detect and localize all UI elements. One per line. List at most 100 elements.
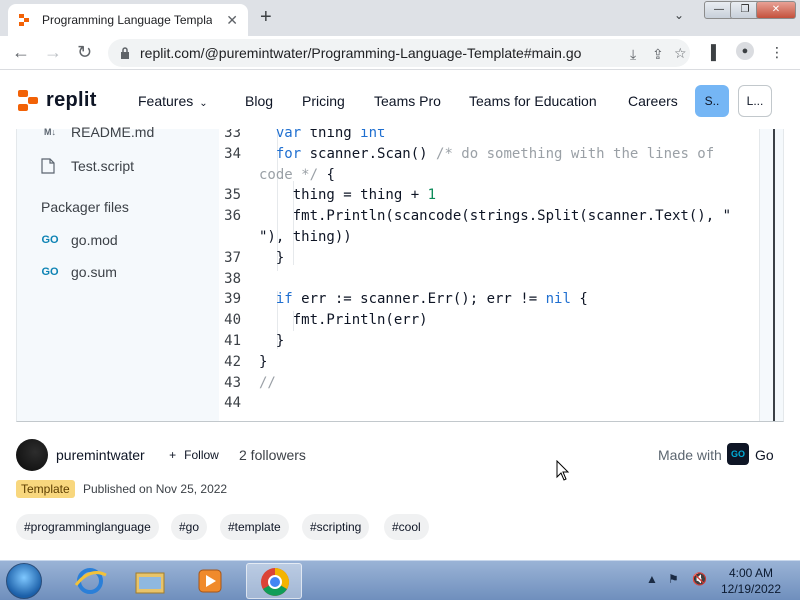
file-name: README.md <box>71 124 155 140</box>
tag-chip[interactable]: #programminglanguage <box>16 514 159 540</box>
lock-icon <box>121 47 129 59</box>
markdown-icon: M↓ <box>44 127 56 137</box>
start-button[interactable] <box>6 563 42 599</box>
volume-muted-icon[interactable]: 🔇 <box>692 572 707 586</box>
tab-title: Programming Language Templat <box>42 13 212 27</box>
nav-pricing[interactable]: Pricing <box>302 93 345 109</box>
url-text: replit.com/@puremintwater/Programming-La… <box>140 45 582 61</box>
language-name[interactable]: Go <box>755 447 774 463</box>
back-icon[interactable]: ← <box>12 42 30 62</box>
file-go-sum[interactable]: GO go.sum <box>41 264 117 280</box>
line-number: 40 <box>224 312 241 329</box>
nav-careers[interactable]: Careers <box>628 93 678 109</box>
code-text: } <box>259 249 285 266</box>
code-text: fmt.Println(scancode(strings.Split(scann… <box>259 208 732 225</box>
code-editor[interactable]: 33 var thing int 34 for scanner.Scan() /*… <box>219 129 759 421</box>
bookmark-star-icon[interactable]: ☆ <box>674 45 687 62</box>
avatar[interactable] <box>16 439 48 471</box>
file-test-script[interactable]: Test.script <box>41 158 134 174</box>
reload-icon[interactable]: ↻ <box>77 42 92 62</box>
tag-chip[interactable]: #cool <box>384 514 429 540</box>
logo-text: replit <box>46 89 97 111</box>
code-text: fmt.Println(err) <box>259 312 428 329</box>
file-explorer-icon[interactable] <box>122 563 178 599</box>
template-badge: Template <box>16 480 75 498</box>
code-text: } <box>259 333 285 349</box>
chrome-taskbar-icon[interactable] <box>246 563 302 599</box>
file-name: go.sum <box>71 264 117 280</box>
clock-time: 4:00 AM <box>728 566 774 580</box>
replit-logo-icon <box>18 89 38 112</box>
code-text: for scanner.Scan() /* do something with … <box>275 145 715 162</box>
code-scrollbar[interactable] <box>759 129 773 421</box>
code-text: } <box>259 353 268 370</box>
nav-teams-pro[interactable]: Teams Pro <box>374 93 441 109</box>
file-sidebar: M↓ README.md Test.script Packager files … <box>17 124 217 421</box>
plus-icon: + <box>169 448 177 462</box>
file-name: go.mod <box>71 232 118 248</box>
line-number: 43 <box>224 374 241 391</box>
line-number: 36 <box>224 208 241 225</box>
internet-explorer-icon[interactable] <box>62 563 118 599</box>
windows-taskbar: ▲ ⚑ 🔇 4:00 AM 12/19/2022 <box>0 560 800 600</box>
code-text: // <box>259 374 276 391</box>
new-tab-button[interactable]: + <box>260 6 272 28</box>
file-readme[interactable]: M↓ README.md <box>41 124 154 140</box>
forward-icon[interactable]: → <box>44 42 62 62</box>
install-app-icon[interactable]: ⤓ <box>630 46 636 63</box>
replit-favicon-icon <box>19 14 29 26</box>
mouse-cursor-icon <box>556 460 570 481</box>
line-number: 38 <box>224 270 241 287</box>
tag-chip[interactable]: #template <box>220 514 289 540</box>
follow-label: Follow <box>184 448 219 462</box>
signup-button[interactable]: S.. <box>695 85 729 117</box>
media-player-icon[interactable] <box>182 563 238 599</box>
file-go-mod[interactable]: GO go.mod <box>41 232 118 248</box>
scrollbar-edge <box>773 129 775 421</box>
nav-features[interactable]: Features ⌄ <box>138 93 208 109</box>
code-text: "), thing)) <box>259 229 352 245</box>
side-panel-icon[interactable]: ▐ <box>706 44 716 60</box>
file-name: Test.script <box>71 158 135 174</box>
followers-count[interactable]: 2 followers <box>239 447 306 463</box>
action-center-flag-icon[interactable]: ⚑ <box>668 572 679 586</box>
login-button[interactable]: L... <box>738 85 772 117</box>
window-close-button[interactable]: ✕ <box>756 1 796 19</box>
line-number: 34 <box>224 145 241 162</box>
browser-tab[interactable]: Programming Language Templat ✕ <box>8 4 248 36</box>
clock-date: 12/19/2022 <box>720 582 782 596</box>
code-text: code */ { <box>259 166 335 183</box>
line-number: 33 <box>224 129 241 141</box>
code-text: thing = thing + 1 <box>259 187 437 204</box>
nav-blog[interactable]: Blog <box>245 93 273 109</box>
tag-chip[interactable]: #go <box>171 514 208 540</box>
tab-close-icon[interactable]: ✕ <box>226 12 238 29</box>
browser-toolbar: ← → ↻ replit.com/@puremintwater/Programm… <box>0 36 800 70</box>
line-number: 37 <box>224 249 241 266</box>
code-text: if err := scanner.Err(); err != nil { <box>275 291 588 308</box>
line-number: 44 <box>224 395 241 412</box>
address-bar[interactable]: replit.com/@puremintwater/Programming-La… <box>108 39 690 67</box>
replit-logo[interactable]: replit <box>18 89 97 112</box>
profile-avatar-icon[interactable]: ● <box>736 42 754 60</box>
site-header: replit Features ⌄ Blog Pricing Teams Pro … <box>0 71 800 129</box>
tag-chip[interactable]: #scripting <box>302 514 370 540</box>
published-date: Published on Nov 25, 2022 <box>83 482 228 496</box>
author-name[interactable]: puremintwater <box>56 447 145 463</box>
nav-teams-education[interactable]: Teams for Education <box>469 93 597 109</box>
nav-features-label: Features <box>138 93 194 109</box>
tray-expand-icon[interactable]: ▲ <box>646 572 658 586</box>
repl-file-panel: M↓ README.md Test.script Packager files … <box>16 124 784 422</box>
file-icon <box>41 158 55 174</box>
tab-search-chevron-icon[interactable]: ⌄ <box>674 8 684 22</box>
system-clock[interactable]: 4:00 AM 12/19/2022 <box>716 565 786 597</box>
packager-files-heading: Packager files <box>41 199 129 215</box>
line-number: 41 <box>224 333 241 349</box>
made-with-label: Made with <box>658 447 722 463</box>
chrome-menu-icon[interactable]: ⋮ <box>770 44 784 61</box>
code-text: var thing int <box>275 129 386 141</box>
go-language-icon: GO <box>727 443 749 465</box>
follow-button[interactable]: + Follow <box>158 442 230 468</box>
share-icon[interactable]: ⇪ <box>652 46 664 63</box>
line-number: 35 <box>224 187 241 204</box>
